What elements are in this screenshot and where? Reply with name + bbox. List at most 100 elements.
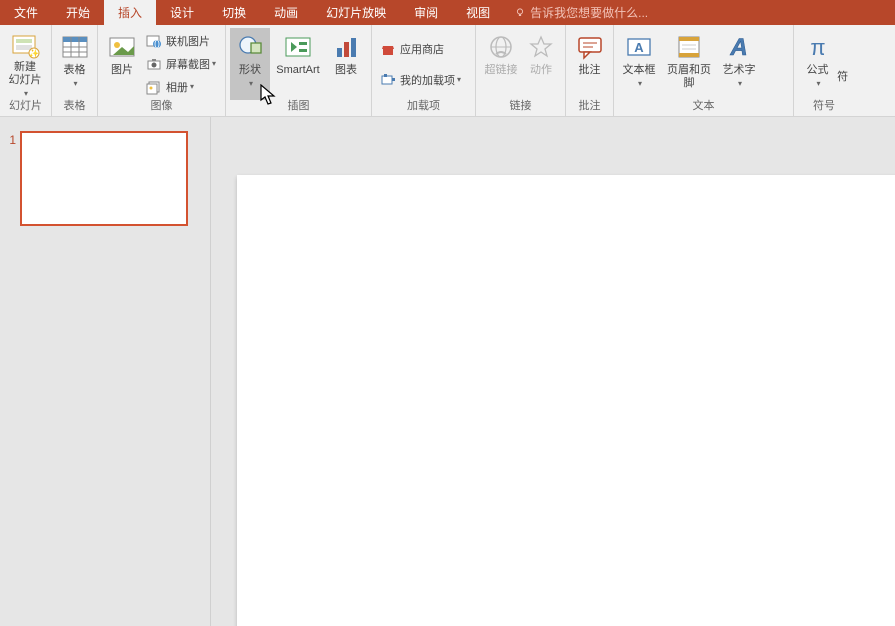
group-symbols-label: 符号 [794,100,854,116]
my-addins-label: 我的加载项 [400,72,455,88]
group-tables: 表格 ▾ 表格 [52,25,98,116]
store-label: 应用商店 [400,41,444,57]
chart-button[interactable]: 图表 [326,28,366,100]
group-illustrations-label: 插图 [226,100,371,116]
store-button[interactable]: 应用商店 [376,38,465,59]
hyperlink-label: 超链接 [485,64,518,77]
comment-label: 批注 [579,64,601,77]
screenshot-label: 屏幕截图 [166,56,210,72]
symbol-partial: 符 [837,28,850,84]
new-slide-button[interactable]: ✨ 新建 幻灯片 ▾ [4,28,46,100]
dropdown-arrow-icon: ▾ [738,77,742,90]
wordart-label: 艺术字 [723,64,756,77]
lightbulb-icon [514,7,526,19]
wordart-button[interactable]: A 艺术字 ▾ [718,28,760,100]
table-button[interactable]: 表格 ▾ [56,28,93,100]
slide-number: 1 [6,131,16,226]
dropdown-arrow-icon: ▾ [457,75,461,84]
action-label: 动作 [530,64,552,77]
group-links: 超链接 动作 链接 [476,25,566,116]
workspace: 1 [0,117,895,626]
dropdown-arrow-icon: ▾ [212,59,216,68]
action-button[interactable]: 动作 [522,28,560,100]
textbox-label: 文本框 [623,64,656,77]
ribbon: ✨ 新建 幻灯片 ▾ 幻灯片 表格 ▾ 表格 图片 [0,25,895,117]
tab-design[interactable]: 设计 [156,0,208,25]
screenshot-button[interactable]: 屏幕截图 ▾ [142,53,220,74]
group-comments: 批注 批注 [566,25,614,116]
slide-edit-area[interactable] [211,117,895,626]
dropdown-arrow-icon: ▾ [249,77,253,90]
svg-text:π: π [810,35,825,60]
tab-home[interactable]: 开始 [52,0,104,25]
equation-label: 公式 [807,64,829,77]
group-text: A 文本框 ▾ 页眉和页脚 A 艺术字 ▾ 文本 [614,25,794,116]
tab-slideshow[interactable]: 幻灯片放映 [312,0,400,25]
online-picture-label: 联机图片 [166,33,210,49]
group-slides-label: 幻灯片 [0,100,51,116]
svg-text:A: A [729,34,747,61]
hyperlink-button[interactable]: 超链接 [480,28,522,100]
equation-button[interactable]: π 公式 ▾ [798,28,837,100]
textbox-button[interactable]: A 文本框 ▾ [618,28,660,100]
tab-insert[interactable]: 插入 [104,0,156,25]
tab-view[interactable]: 视图 [452,0,504,25]
slide-thumbnail-panel: 1 [0,117,211,626]
online-picture-button[interactable]: 联机图片 [142,30,220,51]
group-tables-label: 表格 [52,100,97,116]
smartart-label: SmartArt [276,64,319,77]
group-addins: 应用商店 我的加载项 ▾ 加载项 [372,25,476,116]
slide-canvas[interactable] [237,175,895,626]
tab-file[interactable]: 文件 [0,0,52,25]
header-footer-label: 页眉和页脚 [662,64,716,90]
picture-icon [108,35,136,59]
group-links-label: 链接 [476,100,565,116]
comment-button[interactable]: 批注 [570,28,609,100]
shapes-icon [235,33,265,61]
group-illustrations: 形状 ▾ SmartArt 图表 插图 [226,25,372,116]
tab-review[interactable]: 审阅 [400,0,452,25]
table-icon [61,35,89,59]
screenshot-icon [146,56,162,72]
picture-button[interactable]: 图片 [102,28,142,100]
hyperlink-icon [486,34,516,60]
online-picture-icon [146,33,162,49]
text-overflow [760,28,778,94]
dropdown-arrow-icon: ▾ [190,82,194,91]
new-slide-icon: ✨ [10,33,40,59]
comment-icon [576,34,604,60]
slide-thumbnail-row[interactable]: 1 [0,131,210,226]
slide-thumbnail[interactable] [20,131,188,226]
group-symbols: π 公式 ▾ 符 符号 [794,25,854,116]
chart-label: 图表 [335,64,357,77]
table-label: 表格 [64,64,86,77]
svg-text:✨: ✨ [29,49,39,58]
my-addins-button[interactable]: 我的加载项 ▾ [376,69,465,90]
group-addins-label: 加载项 [372,100,475,116]
header-footer-icon [676,34,702,60]
wordart-icon: A [724,33,754,61]
picture-label: 图片 [111,64,133,77]
tell-me-search[interactable]: 告诉我您想要做什么... [504,0,648,25]
group-text-label: 文本 [614,100,793,116]
dropdown-arrow-icon: ▾ [73,77,77,90]
album-icon [146,79,162,95]
svg-text:A: A [634,40,644,55]
group-comments-label: 批注 [566,100,613,116]
store-icon [380,41,396,57]
chart-icon [333,34,359,60]
new-slide-label: 新建 幻灯片 [9,61,42,87]
group-images-label: 图像 [98,100,225,116]
smartart-icon [283,34,313,60]
header-footer-button[interactable]: 页眉和页脚 [660,28,718,100]
tab-transitions[interactable]: 切换 [208,0,260,25]
photo-album-button[interactable]: 相册 ▾ [142,76,220,97]
smartart-button[interactable]: SmartArt [270,28,326,100]
dropdown-arrow-icon: ▾ [638,77,642,90]
shapes-button[interactable]: 形状 ▾ [230,28,270,100]
album-label: 相册 [166,79,188,95]
addins-icon [380,72,396,88]
textbox-icon: A [625,34,653,60]
shapes-label: 形状 [239,64,261,77]
tab-animations[interactable]: 动画 [260,0,312,25]
